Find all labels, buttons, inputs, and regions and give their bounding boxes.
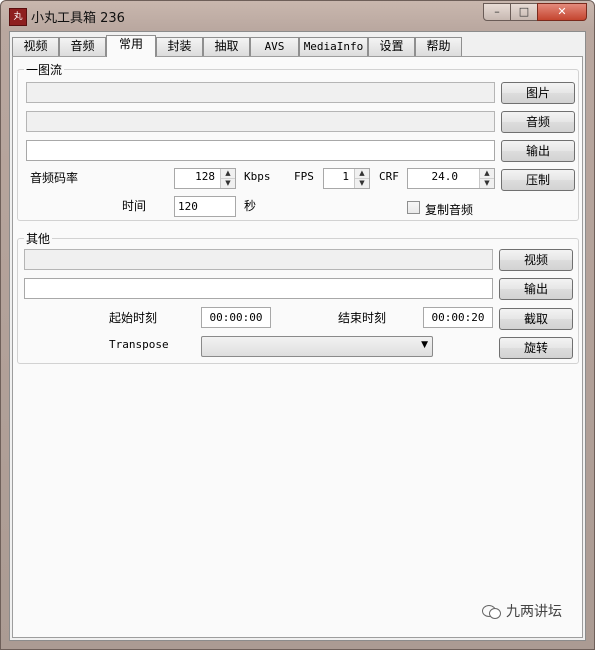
video-button[interactable]: 视频	[499, 249, 573, 271]
time-input[interactable]: 120	[174, 196, 236, 217]
up-arrow-icon[interactable]: ▲	[221, 169, 235, 179]
output-button[interactable]: 输出	[501, 140, 575, 162]
end-time-label: 结束时刻	[338, 311, 387, 325]
app-icon: 丸	[9, 8, 27, 26]
seconds-label: 秒	[244, 199, 257, 213]
crf-label: CRF	[379, 170, 399, 183]
stepper-arrows[interactable]: ▲ ▼	[479, 169, 494, 188]
up-arrow-icon[interactable]: ▲	[480, 169, 494, 179]
title-bar[interactable]: 丸 小丸工具箱 236 – □ ✕	[1, 1, 594, 29]
tab-help[interactable]: 帮助	[415, 37, 462, 56]
group-title: 其他	[24, 230, 53, 247]
down-arrow-icon[interactable]: ▼	[221, 179, 235, 188]
kbps-label: Kbps	[244, 170, 271, 183]
rotate-button[interactable]: 旋转	[499, 337, 573, 359]
start-time-label: 起始时刻	[109, 311, 158, 325]
client-area: 视频 音频 常用 封装 抽取 AVS MediaInfo 设置 帮助 一图流 图…	[9, 31, 586, 641]
output-path-field[interactable]	[26, 140, 495, 161]
tab-extract[interactable]: 抽取	[203, 37, 250, 56]
tab-common[interactable]: 常用	[106, 35, 156, 57]
time-label: 时间	[122, 199, 147, 213]
image-path-field[interactable]	[26, 82, 495, 103]
tab-avs[interactable]: AVS	[250, 37, 299, 56]
audio-bitrate-value: 128	[195, 170, 215, 183]
group-title: 一图流	[24, 61, 65, 78]
start-time-input[interactable]: 00:00:00	[201, 307, 271, 328]
fps-label: FPS	[294, 170, 314, 183]
tab-page-common: 一图流 图片 音频 输出 音频码率 128 ▲ ▼ Kbps FPS 1 ▲ ▼ C	[12, 56, 583, 638]
tab-video[interactable]: 视频	[12, 37, 59, 56]
down-arrow-icon[interactable]: ▼	[355, 179, 369, 188]
audio-bitrate-stepper[interactable]: 128 ▲ ▼	[174, 168, 236, 189]
group-single-image: 一图流 图片 音频 输出 音频码率 128 ▲ ▼ Kbps FPS 1 ▲ ▼ C	[17, 61, 579, 221]
down-arrow-icon[interactable]: ▼	[480, 179, 494, 188]
transpose-select[interactable]: ▼	[201, 336, 433, 357]
up-arrow-icon[interactable]: ▲	[355, 169, 369, 179]
image-button[interactable]: 图片	[501, 82, 575, 104]
end-time-input[interactable]: 00:00:20	[423, 307, 493, 328]
audio-bitrate-label: 音频码率	[30, 171, 79, 185]
output-path-field-2[interactable]	[24, 278, 493, 299]
minimize-button[interactable]: –	[483, 3, 511, 21]
transpose-label: Transpose	[109, 338, 169, 351]
window-title: 小丸工具箱 236	[31, 11, 125, 26]
video-path-field[interactable]	[24, 249, 493, 270]
group-other: 其他 视频 输出 起始时刻 00:00:00 结束时刻 00:00:20 截取 …	[17, 230, 579, 364]
watermark: 九两讲坛	[482, 601, 562, 621]
audio-path-field[interactable]	[26, 111, 495, 132]
crf-stepper[interactable]: 24.0 ▲ ▼	[407, 168, 495, 189]
encode-button[interactable]: 压制	[501, 169, 575, 191]
stepper-arrows[interactable]: ▲ ▼	[354, 169, 369, 188]
tab-audio[interactable]: 音频	[59, 37, 106, 56]
tab-settings[interactable]: 设置	[368, 37, 415, 56]
close-button[interactable]: ✕	[537, 3, 587, 21]
fps-stepper[interactable]: 1 ▲ ▼	[323, 168, 370, 189]
stepper-arrows[interactable]: ▲ ▼	[220, 169, 235, 188]
maximize-button[interactable]: □	[510, 3, 538, 21]
copy-audio-label[interactable]: 复制音频	[425, 201, 473, 218]
wechat-icon	[482, 603, 502, 619]
chevron-down-icon[interactable]: ▼	[421, 340, 428, 350]
crf-value: 24.0	[431, 170, 459, 183]
fps-value: 1	[342, 170, 349, 183]
app-window: 丸 小丸工具箱 236 – □ ✕ 视频 音频 常用 封装 抽取 AVS Med…	[0, 0, 595, 650]
tab-mux[interactable]: 封装	[156, 37, 203, 56]
audio-button[interactable]: 音频	[501, 111, 575, 133]
watermark-text: 九两讲坛	[506, 604, 562, 620]
output-button-2[interactable]: 输出	[499, 278, 573, 300]
cut-button[interactable]: 截取	[499, 308, 573, 330]
copy-audio-checkbox[interactable]	[407, 201, 420, 214]
tab-mediainfo[interactable]: MediaInfo	[299, 37, 368, 56]
